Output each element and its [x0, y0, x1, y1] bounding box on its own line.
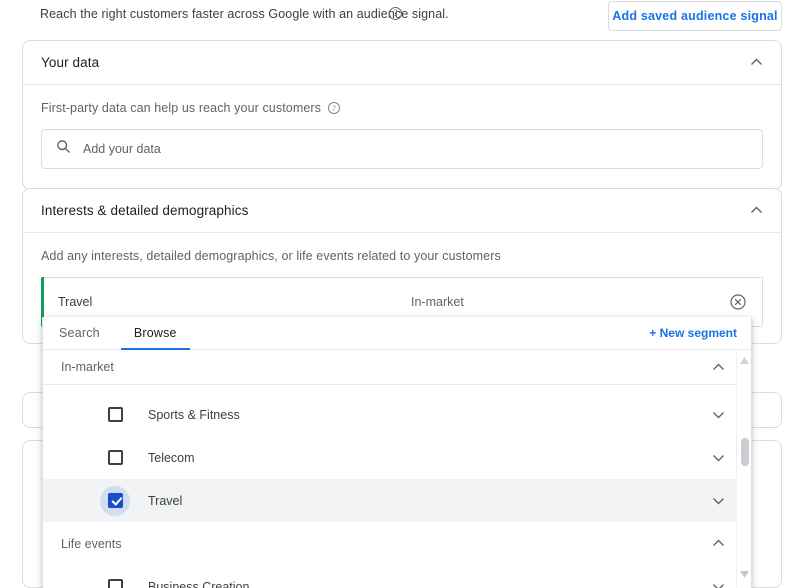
chevron-up-icon[interactable] [712, 361, 725, 379]
chevron-down-icon[interactable] [712, 580, 725, 588]
dropdown-scrollbar[interactable] [736, 350, 751, 588]
your-data-note: First-party data can help us reach your … [41, 101, 763, 115]
triangle-up-icon[interactable] [737, 353, 751, 368]
dropdown-tabs: Search Browse + New segment [43, 317, 751, 350]
checkbox-wrapper[interactable] [100, 485, 130, 516]
scrollbar-thumb[interactable] [740, 438, 749, 466]
checkbox-checked-icon[interactable] [107, 493, 123, 508]
option-label: Telecom [148, 450, 195, 465]
option-label: Sports & Fitness [148, 407, 240, 422]
add-your-data-input[interactable]: Add your data [41, 129, 763, 169]
checkbox-wrapper[interactable] [100, 400, 130, 430]
option-row-business-creation[interactable]: Business Creation [43, 565, 751, 588]
interests-note-text: Add any interests, detailed demographics… [41, 249, 501, 263]
checkbox-wrapper[interactable] [100, 572, 130, 588]
interests-title: Interests & detailed demographics [41, 203, 249, 218]
audience-signal-page: Reach the right customers faster across … [0, 0, 804, 588]
group-header-in-market[interactable]: In-market [43, 350, 751, 385]
option-label: Travel [148, 493, 183, 508]
remove-circle-x-icon[interactable] [730, 294, 746, 310]
tab-browse[interactable]: Browse [120, 317, 190, 350]
segment-name: Travel [58, 295, 93, 309]
option-row-sports-fitness[interactable]: Sports & Fitness [43, 393, 751, 436]
subsection-label: Life events [61, 536, 122, 551]
page-description: Reach the right customers faster across … [40, 7, 449, 21]
your-data-card-body: First-party data can help us reach your … [23, 85, 781, 189]
subsection-header-life-events[interactable]: Life events [43, 522, 751, 565]
your-data-note-text: First-party data can help us reach your … [41, 101, 322, 115]
checkbox-unchecked-icon[interactable] [107, 579, 123, 588]
help-circle-icon[interactable]: ? [389, 7, 402, 20]
triangle-down-icon[interactable] [737, 567, 751, 582]
chevron-down-icon[interactable] [712, 408, 725, 426]
chevron-up-icon[interactable] [712, 537, 725, 555]
add-your-data-placeholder: Add your data [83, 142, 161, 156]
segment-browse-dropdown: Search Browse + New segment In-market Sp… [42, 317, 752, 588]
chevron-up-icon[interactable] [750, 204, 763, 217]
option-row-telecom[interactable]: Telecom [43, 436, 751, 479]
checkbox-wrapper[interactable] [100, 443, 130, 473]
top-bar: Reach the right customers faster across … [0, 0, 804, 38]
tab-search[interactable]: Search [59, 317, 100, 349]
interests-card-header[interactable]: Interests & detailed demographics [23, 189, 781, 233]
your-data-card: Your data First-party data can help us r… [22, 40, 782, 190]
chevron-down-icon[interactable] [712, 451, 725, 469]
add-saved-audience-signal-button[interactable]: Add saved audience signal [608, 1, 782, 31]
option-label: Business Creation [148, 579, 250, 588]
search-icon [56, 139, 71, 159]
interests-note: Add any interests, detailed demographics… [41, 249, 763, 263]
your-data-title: Your data [41, 55, 100, 70]
checkbox-unchecked-icon[interactable] [107, 450, 123, 465]
segment-type: In-market [411, 295, 464, 309]
new-segment-link[interactable]: + New segment [649, 326, 737, 340]
your-data-card-header[interactable]: Your data [23, 41, 781, 85]
group-header-label: In-market [61, 360, 114, 374]
chevron-down-icon[interactable] [712, 494, 725, 512]
checkbox-unchecked-icon[interactable] [107, 407, 123, 422]
help-circle-icon[interactable]: ? [328, 102, 341, 114]
chevron-up-icon[interactable] [750, 56, 763, 69]
option-row-travel[interactable]: Travel [43, 479, 751, 522]
